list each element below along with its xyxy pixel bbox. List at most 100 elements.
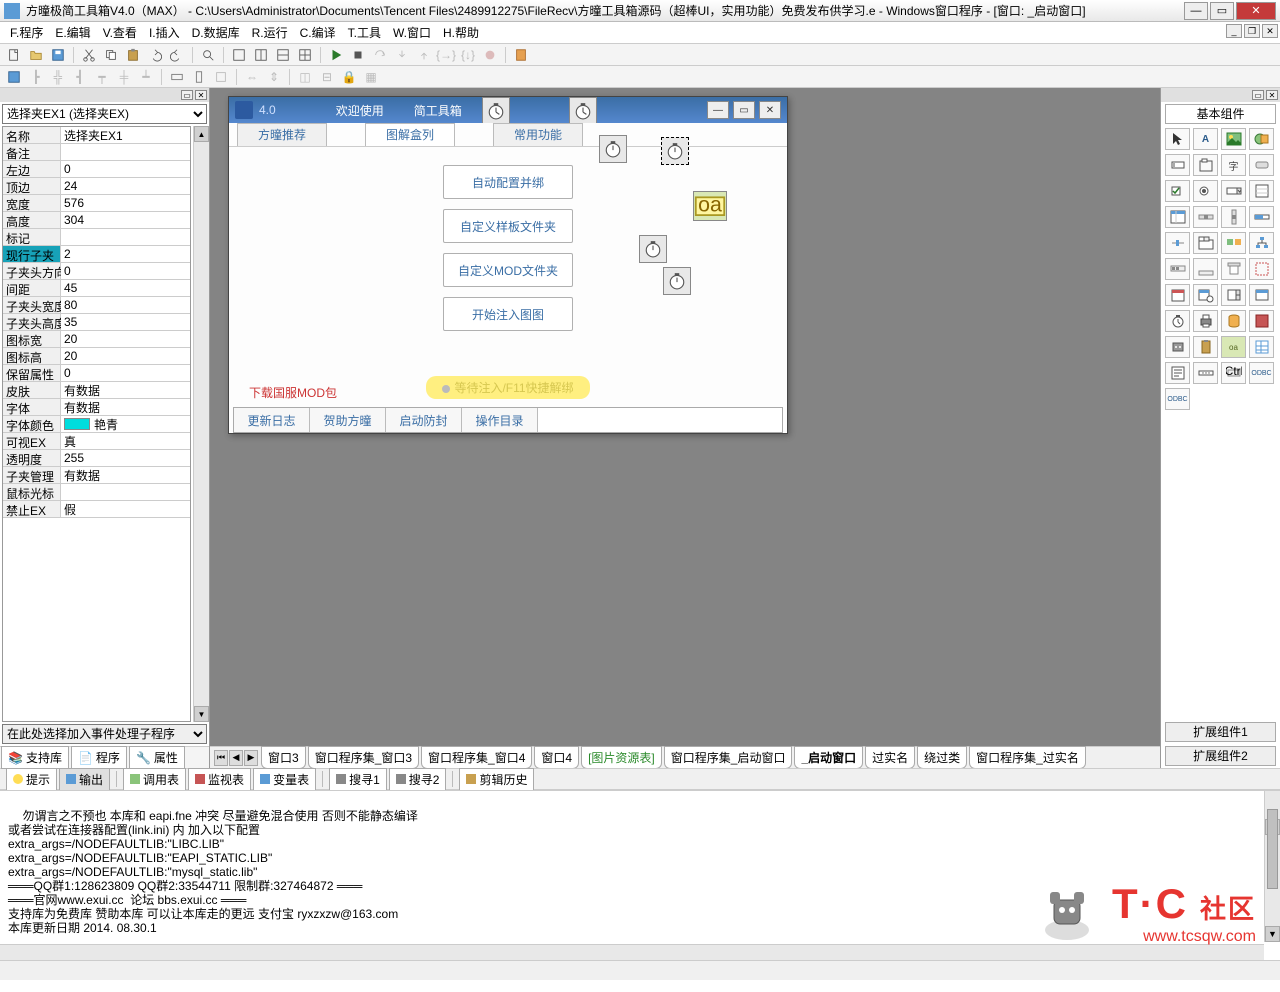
prop-row-间距[interactable]: 间距45 <box>3 280 190 297</box>
doc-tab-8[interactable]: 绕过类 <box>917 746 967 768</box>
doc-nav-first[interactable]: ⏮ <box>214 750 228 766</box>
design-maximize-button[interactable]: ▭ <box>733 101 755 119</box>
prop-row-备注[interactable]: 备注 <box>3 144 190 161</box>
prop-row-宽度[interactable]: 宽度576 <box>3 195 190 212</box>
prop-value[interactable]: 有数据 <box>61 467 190 483</box>
prop-row-透明度[interactable]: 透明度255 <box>3 450 190 467</box>
comp-richedit[interactable] <box>1165 362 1190 384</box>
form-button[interactable] <box>4 68 24 86</box>
doc-nav-next[interactable]: ▶ <box>244 750 258 766</box>
comp-timer[interactable] <box>1165 310 1190 332</box>
bp-tips[interactable]: 提示 <box>6 768 57 791</box>
comp-pointer[interactable] <box>1165 128 1190 150</box>
comp-tabcontrol[interactable] <box>1193 232 1218 254</box>
prop-value[interactable] <box>61 144 190 160</box>
panel-pin-icon[interactable]: ▭ <box>181 90 193 100</box>
align-top-button[interactable]: ┯ <box>92 68 112 86</box>
timer-icon-1[interactable] <box>482 97 510 125</box>
btn-start-inject[interactable]: 开始注入图图 <box>443 297 573 331</box>
undo-button[interactable] <box>145 46 165 64</box>
comp-calendar[interactable] <box>1165 284 1190 306</box>
prop-value[interactable]: 2 <box>61 246 190 262</box>
doc-tab-2[interactable]: 窗口程序集_窗口4 <box>421 746 532 768</box>
step-over-button[interactable] <box>370 46 390 64</box>
btn-custom-mod[interactable]: 自定义MOD文件夹 <box>443 253 573 287</box>
design-window[interactable]: 4.0 欢迎使用 简工具箱 — ▭ ✕ <box>228 96 788 434</box>
doc-nav-prev[interactable]: ◀ <box>229 750 243 766</box>
step-over2-button[interactable]: {→} <box>436 46 456 64</box>
single-window-button[interactable] <box>229 46 249 64</box>
redo-button[interactable] <box>167 46 187 64</box>
run-button[interactable] <box>326 46 346 64</box>
mdi-restore[interactable]: ❐ <box>1244 24 1260 38</box>
comp-progressbar[interactable] <box>1249 206 1274 228</box>
doc-tab-6[interactable]: _启动窗口 <box>794 746 863 768</box>
comp-clip[interactable] <box>1193 336 1218 358</box>
comp-ole[interactable]: oa <box>1221 336 1246 358</box>
bp-output[interactable]: 输出 <box>59 768 110 791</box>
palette-cat-ext1[interactable]: 扩展组件1 <box>1165 722 1276 742</box>
panel-close-icon[interactable]: ✕ <box>195 90 207 100</box>
comp-picture[interactable] <box>1221 128 1246 150</box>
doc-tab-4[interactable]: [图片资源表] <box>581 746 662 768</box>
output-scroll-v[interactable]: ▲ ▼ <box>1264 791 1280 942</box>
output-scroll-h[interactable] <box>0 944 1264 960</box>
prop-value[interactable]: 真 <box>61 433 190 449</box>
close-button[interactable]: ✕ <box>1236 2 1276 20</box>
book-button[interactable] <box>511 46 531 64</box>
comp-statusbar[interactable] <box>1193 258 1218 280</box>
prop-row-字体[interactable]: 字体有数据 <box>3 399 190 416</box>
prop-row-子夹管理[interactable]: 子夹管理有数据 <box>3 467 190 484</box>
prop-value[interactable]: 选择夹EX1 <box>61 127 190 143</box>
step-into-button[interactable] <box>392 46 412 64</box>
prop-value[interactable]: 20 <box>61 331 190 347</box>
bottom-tab-3[interactable]: 启动防封 <box>386 408 462 432</box>
breakpoint-button[interactable] <box>480 46 500 64</box>
download-mod-link[interactable]: 下载国服MOD包 <box>249 384 337 401</box>
stop-button[interactable] <box>348 46 368 64</box>
prop-value[interactable]: 0 <box>61 365 190 381</box>
doc-tab-0[interactable]: 窗口3 <box>261 746 306 768</box>
prop-row-字体颜色[interactable]: 字体颜色艳青 <box>3 416 190 433</box>
prop-row-子夹头方向[interactable]: 子夹头方向0 <box>3 263 190 280</box>
menu-view[interactable]: V.查看 <box>97 22 143 43</box>
comp-odbc2[interactable]: ODBC <box>1165 388 1190 410</box>
scroll-down-icon[interactable]: ▼ <box>194 706 209 722</box>
prop-row-子夹头高度[interactable]: 子夹头高度35 <box>3 314 190 331</box>
align-left-button[interactable]: ┣ <box>26 68 46 86</box>
comp-button-text[interactable]: 字 <box>1221 154 1246 176</box>
menu-database[interactable]: D.数据库 <box>186 22 246 43</box>
comp-radio[interactable] <box>1193 180 1218 202</box>
timer-icon-2[interactable] <box>569 97 597 125</box>
prop-value[interactable]: 24 <box>61 178 190 194</box>
timer-icon-6[interactable] <box>663 267 691 295</box>
comp-label[interactable]: A <box>1193 128 1218 150</box>
doc-tab-1[interactable]: 窗口程序集_窗口3 <box>308 746 419 768</box>
bp-calltable[interactable]: 调用表 <box>123 768 186 791</box>
prop-value[interactable]: 艳青 <box>61 416 190 432</box>
comp-checkbox[interactable] <box>1165 180 1190 202</box>
bp-search2[interactable]: 搜寻2 <box>389 768 447 791</box>
copy-button[interactable] <box>101 46 121 64</box>
prop-value[interactable]: 576 <box>61 195 190 211</box>
prop-value[interactable]: 35 <box>61 314 190 330</box>
prop-row-禁止EX[interactable]: 禁止EX假 <box>3 501 190 518</box>
step-out-button[interactable] <box>414 46 434 64</box>
tab-1[interactable]: 方曈推荐 <box>237 123 327 146</box>
prop-row-可视EX[interactable]: 可视EX真 <box>3 433 190 450</box>
bp-vars[interactable]: 变量表 <box>253 768 316 791</box>
object-selector-select[interactable]: 选择夹EX1 (选择夹EX) <box>2 104 207 124</box>
property-grid[interactable]: 名称选择夹EX1备注左边0顶边24宽度576高度304标记现行子夹2子夹头方向0… <box>2 126 191 722</box>
doc-tab-7[interactable]: 过实名 <box>865 746 915 768</box>
comp-datetime[interactable] <box>1193 284 1218 306</box>
comp-shape[interactable] <box>1249 128 1274 150</box>
comp-imagelist[interactable] <box>1221 232 1246 254</box>
prop-value[interactable]: 假 <box>61 501 190 517</box>
menu-tools[interactable]: T.工具 <box>342 22 387 43</box>
palette-cat-ext2[interactable]: 扩展组件2 <box>1165 746 1276 766</box>
ole-icon[interactable]: oa <box>693 191 727 221</box>
output-pane[interactable]: 勿谓言之不预也 本库和 eapi.fne 冲突 尽量避免混合使用 否则不能静态编… <box>0 790 1280 960</box>
bottom-tab-2[interactable]: 贺助方曈 <box>310 408 386 432</box>
cut-button[interactable] <box>79 46 99 64</box>
prop-value[interactable]: 80 <box>61 297 190 313</box>
